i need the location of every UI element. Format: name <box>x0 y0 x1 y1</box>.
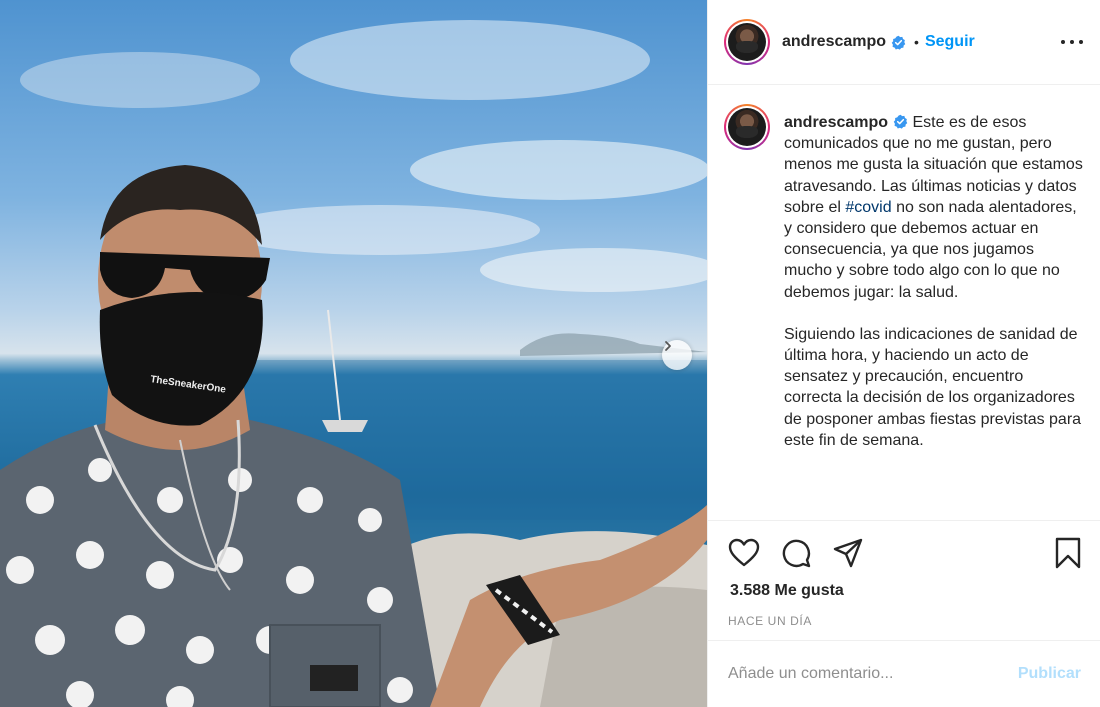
like-count[interactable]: 3.588 Me gusta <box>730 582 844 600</box>
comment-icon[interactable] <box>781 538 811 568</box>
header-separator: • <box>914 34 919 50</box>
bookmark-icon[interactable] <box>1055 537 1081 569</box>
share-icon[interactable] <box>833 538 863 568</box>
post-photo[interactable]: TheSneakerOne <box>0 0 707 707</box>
post-header: andrescampo • Seguir <box>708 0 1100 85</box>
hashtag-link[interactable]: #covid <box>845 199 891 216</box>
post-photo-illustration: TheSneakerOne <box>0 20 707 707</box>
caption-text: andrescampo Este es de esos comunicados … <box>784 112 1084 451</box>
header-username[interactable]: andrescampo <box>782 33 886 51</box>
more-options-icon[interactable] <box>1061 33 1083 51</box>
caption-avatar[interactable] <box>724 104 770 150</box>
caption-paragraph-2: Siguiendo las indicaciones de sanidad de… <box>784 325 1082 449</box>
verified-badge-icon <box>891 35 906 50</box>
post-caption: andrescampo Este es de esos comunicados … <box>724 104 1086 451</box>
follow-button[interactable]: Seguir <box>925 33 975 51</box>
comment-input[interactable] <box>728 665 1018 683</box>
avatar[interactable] <box>724 19 770 65</box>
publish-button[interactable]: Publicar <box>1018 665 1081 683</box>
heart-icon[interactable] <box>728 538 760 568</box>
post-timestamp[interactable]: Hace un día <box>728 614 812 628</box>
comment-bar: Publicar <box>708 640 1100 707</box>
verified-badge-icon <box>893 114 908 129</box>
carousel-next-button[interactable] <box>662 340 692 370</box>
chevron-right-icon <box>665 341 671 351</box>
post-sidebar: andrescampo • Seguir andrescampo Este es… <box>707 0 1100 707</box>
caption-username[interactable]: andrescampo <box>784 114 888 131</box>
